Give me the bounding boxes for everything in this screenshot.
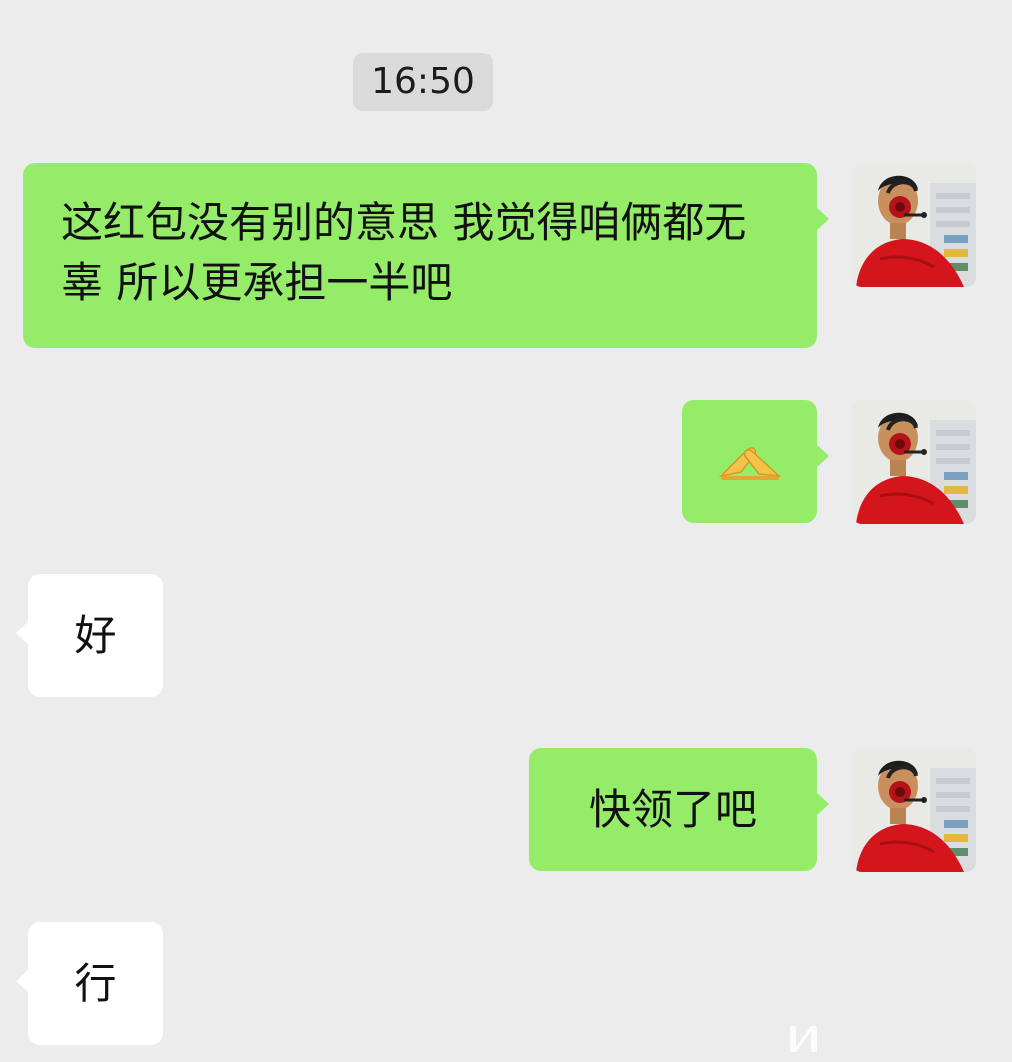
hand-gesture-emoji bbox=[718, 446, 781, 480]
sender-avatar[interactable] bbox=[852, 400, 976, 524]
chat-view: 16:50 这红包没有别的意思 我觉得咱俩都无辜 所以更承担一半吧 好 快领了吧… bbox=[0, 0, 1012, 1062]
message-text: 快领了吧 bbox=[588, 784, 757, 834]
message-bubble-sent[interactable]: 快领了吧 bbox=[529, 748, 829, 871]
avatar-image bbox=[852, 400, 976, 524]
chat-timestamp: 16:50 bbox=[353, 53, 493, 111]
message-bubble-sent[interactable]: 🫴🫲 bbox=[682, 400, 829, 523]
message-text: 这红包没有别的意思 我觉得咱俩都无辜 所以更承担一半吧 bbox=[61, 198, 747, 307]
message-text: 好 bbox=[74, 610, 117, 660]
sender-avatar[interactable] bbox=[852, 163, 976, 287]
avatar-image bbox=[852, 163, 976, 287]
message-bubble-sent[interactable]: 这红包没有别的意思 我觉得咱俩都无辜 所以更承担一半吧 bbox=[23, 163, 829, 348]
message-bubble-received[interactable]: 好 bbox=[16, 574, 163, 697]
message-bubble-received[interactable]: 行 bbox=[16, 922, 163, 1045]
watermark-bar bbox=[811, 1026, 817, 1052]
sender-avatar[interactable] bbox=[852, 748, 976, 872]
message-text: 行 bbox=[74, 958, 117, 1008]
avatar-image bbox=[852, 748, 976, 872]
watermark bbox=[790, 1024, 817, 1054]
